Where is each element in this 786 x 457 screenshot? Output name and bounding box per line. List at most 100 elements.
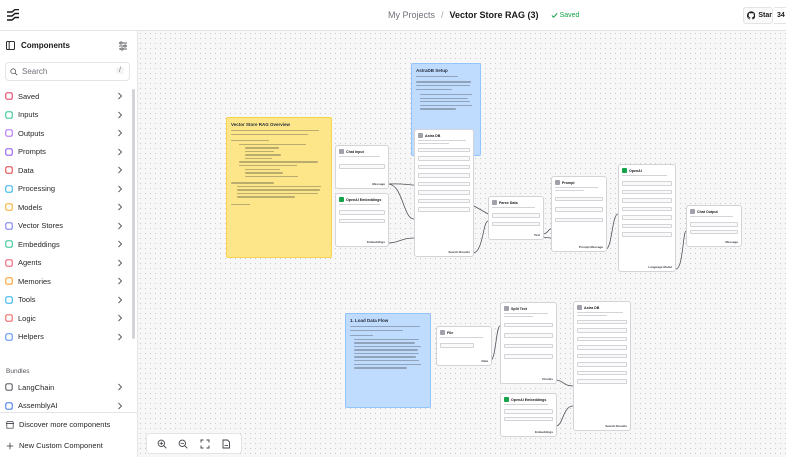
lock-icon[interactable] — [221, 439, 231, 449]
chevron-right-icon — [118, 111, 123, 118]
git-branch-icon — [5, 314, 13, 322]
sidebar-item-tools[interactable]: Tools — [0, 291, 136, 310]
search-box[interactable]: / — [5, 62, 130, 81]
sidebar-title: Components — [21, 41, 70, 50]
sidebar-header: Components — [6, 41, 130, 50]
zoom-in-icon[interactable] — [157, 439, 167, 449]
note-load-data-flow[interactable]: 1. Load Data Flow — [345, 313, 431, 408]
sidebar-item-embeddings[interactable]: Embeddings — [0, 235, 136, 254]
canvas-controls — [146, 433, 242, 454]
sliders-icon[interactable] — [118, 41, 128, 51]
terminal-icon — [555, 180, 560, 185]
openai-icon — [622, 168, 627, 173]
database-icon — [5, 166, 13, 174]
sidebar-bundle-langchain[interactable]: LangChain — [0, 378, 136, 397]
node-openai-embeddings-1[interactable]: OpenAI Embeddings Embeddings — [335, 193, 389, 247]
sidebar-item-helpers[interactable]: Helpers — [0, 328, 136, 347]
sidebar-bundle-label: AssemblyAI — [18, 401, 58, 411]
sidebar-item-label: Agents — [18, 258, 42, 268]
astra-db-icon — [577, 305, 582, 310]
sidebar-item-label: Logic — [18, 313, 36, 323]
node-prompt[interactable]: Prompt Prompt Message — [551, 176, 607, 252]
github-star-button[interactable]: Star — [743, 7, 773, 24]
category-list: Saved Inputs Outputs Prompts Data Processing M… — [0, 87, 136, 346]
bundle-list: LangChain AssemblyAI — [0, 378, 136, 415]
sidebar-item-label: Models — [18, 202, 43, 212]
new-custom-component-button[interactable]: New Custom Component — [6, 441, 103, 450]
flow-title[interactable]: Vector Store RAG (3) — [450, 10, 539, 20]
discover-label: Discover more components — [19, 420, 111, 429]
star-count[interactable]: 34 — [774, 7, 786, 24]
chevron-right-icon — [118, 185, 123, 192]
note-vector-store-rag-overview[interactable]: Vector Store RAG Overview — [226, 117, 332, 258]
sidebar-item-label: Data — [18, 165, 34, 175]
node-title: Chat Output — [697, 209, 718, 214]
chat-input-icon — [339, 149, 344, 154]
sidebar-scrollbar[interactable] — [132, 89, 135, 339]
note-title: AstraDB Setup — [416, 68, 448, 73]
node-openai-model[interactable]: OpenAI Language Model — [618, 164, 676, 272]
node-title: OpenAI Embeddings — [511, 397, 547, 402]
node-astra-db-2[interactable]: Astra DB Search Results — [573, 301, 631, 431]
sidebar-item-label: Embeddings — [18, 239, 60, 249]
node-title: Chat Input — [346, 149, 364, 154]
node-astra-db-1[interactable]: Astra DB Search Results — [414, 129, 474, 257]
sidebar-item-outputs[interactable]: Outputs — [0, 124, 136, 143]
chevron-right-icon — [118, 296, 123, 303]
node-parse-data[interactable]: Parse Data Text — [488, 196, 544, 240]
node-title: Split Text — [511, 306, 527, 311]
github-icon — [747, 11, 756, 20]
sidebar-item-inputs[interactable]: Inputs — [0, 106, 136, 125]
edge-embeddings-to-astra — [387, 237, 415, 244]
zoom-out-icon[interactable] — [178, 439, 188, 449]
chevron-right-icon — [118, 314, 123, 322]
sidebar-item-processing[interactable]: Processing — [0, 180, 136, 199]
sidebar-item-saved[interactable]: Saved — [0, 87, 136, 106]
sidebar-item-logic[interactable]: Logic — [0, 309, 136, 328]
node-split-text[interactable]: Split Text Chunks — [500, 302, 557, 384]
sidebar-item-vector-stores[interactable]: Vector Stores — [0, 217, 136, 236]
node-output-label: Embeddings — [534, 430, 553, 434]
sidebar-item-models[interactable]: Models — [0, 198, 136, 217]
breadcrumb-my-projects[interactable]: My Projects — [388, 10, 435, 20]
openai-icon — [339, 197, 344, 202]
node-title: OpenAI Embeddings — [346, 197, 382, 202]
langflow-logo-icon[interactable] — [6, 9, 20, 21]
node-chat-output[interactable]: Chat Output Message — [686, 205, 742, 247]
node-output-label: Prompt Message — [578, 245, 603, 249]
binary-icon — [5, 240, 13, 248]
link-icon — [5, 383, 13, 391]
node-openai-embeddings-2[interactable]: OpenAI Embeddings Embeddings — [500, 393, 557, 437]
sidebar-item-label: Outputs — [18, 128, 45, 138]
edge-openai-to-chatout — [675, 230, 687, 270]
sidebar-item-memories[interactable]: Memories — [0, 272, 136, 291]
new-component-label: New Custom Component — [19, 441, 103, 450]
node-output-label: Message — [372, 182, 385, 186]
sidebar-item-label: Processing — [18, 184, 56, 194]
node-title: Parse Data — [499, 200, 518, 205]
bookmark-icon — [5, 92, 13, 100]
list-filter-icon — [5, 185, 13, 193]
terminal-icon — [5, 148, 13, 156]
sidebar-item-prompts[interactable]: Prompts — [0, 143, 136, 162]
discover-components-link[interactable]: Discover more components — [6, 420, 110, 429]
search-input[interactable] — [22, 67, 112, 76]
node-title: OpenAI — [629, 168, 642, 173]
node-output-label: Search Results — [605, 424, 627, 428]
sidebar-bundle-label: LangChain — [18, 382, 55, 392]
file-icon — [440, 330, 445, 335]
sidebar-item-data[interactable]: Data — [0, 161, 136, 180]
chevron-right-icon — [118, 148, 123, 155]
node-output-label: Search Results — [448, 250, 470, 254]
fit-view-icon[interactable] — [200, 439, 210, 449]
flow-canvas[interactable]: Vector Store RAG Overview AstraDB Setup … — [138, 31, 786, 457]
sidebar-item-label: Tools — [18, 295, 36, 305]
cpu-icon — [5, 277, 13, 285]
wand-icon — [5, 333, 13, 341]
sidebar-item-agents[interactable]: Agents — [0, 254, 136, 273]
node-chat-input[interactable]: Chat Input Message — [335, 145, 389, 189]
node-title: Astra DB — [425, 133, 441, 138]
edge-prompt-to-openai — [605, 213, 619, 250]
node-output-label: Language Model — [648, 265, 672, 269]
node-file[interactable]: File Data — [436, 326, 492, 366]
